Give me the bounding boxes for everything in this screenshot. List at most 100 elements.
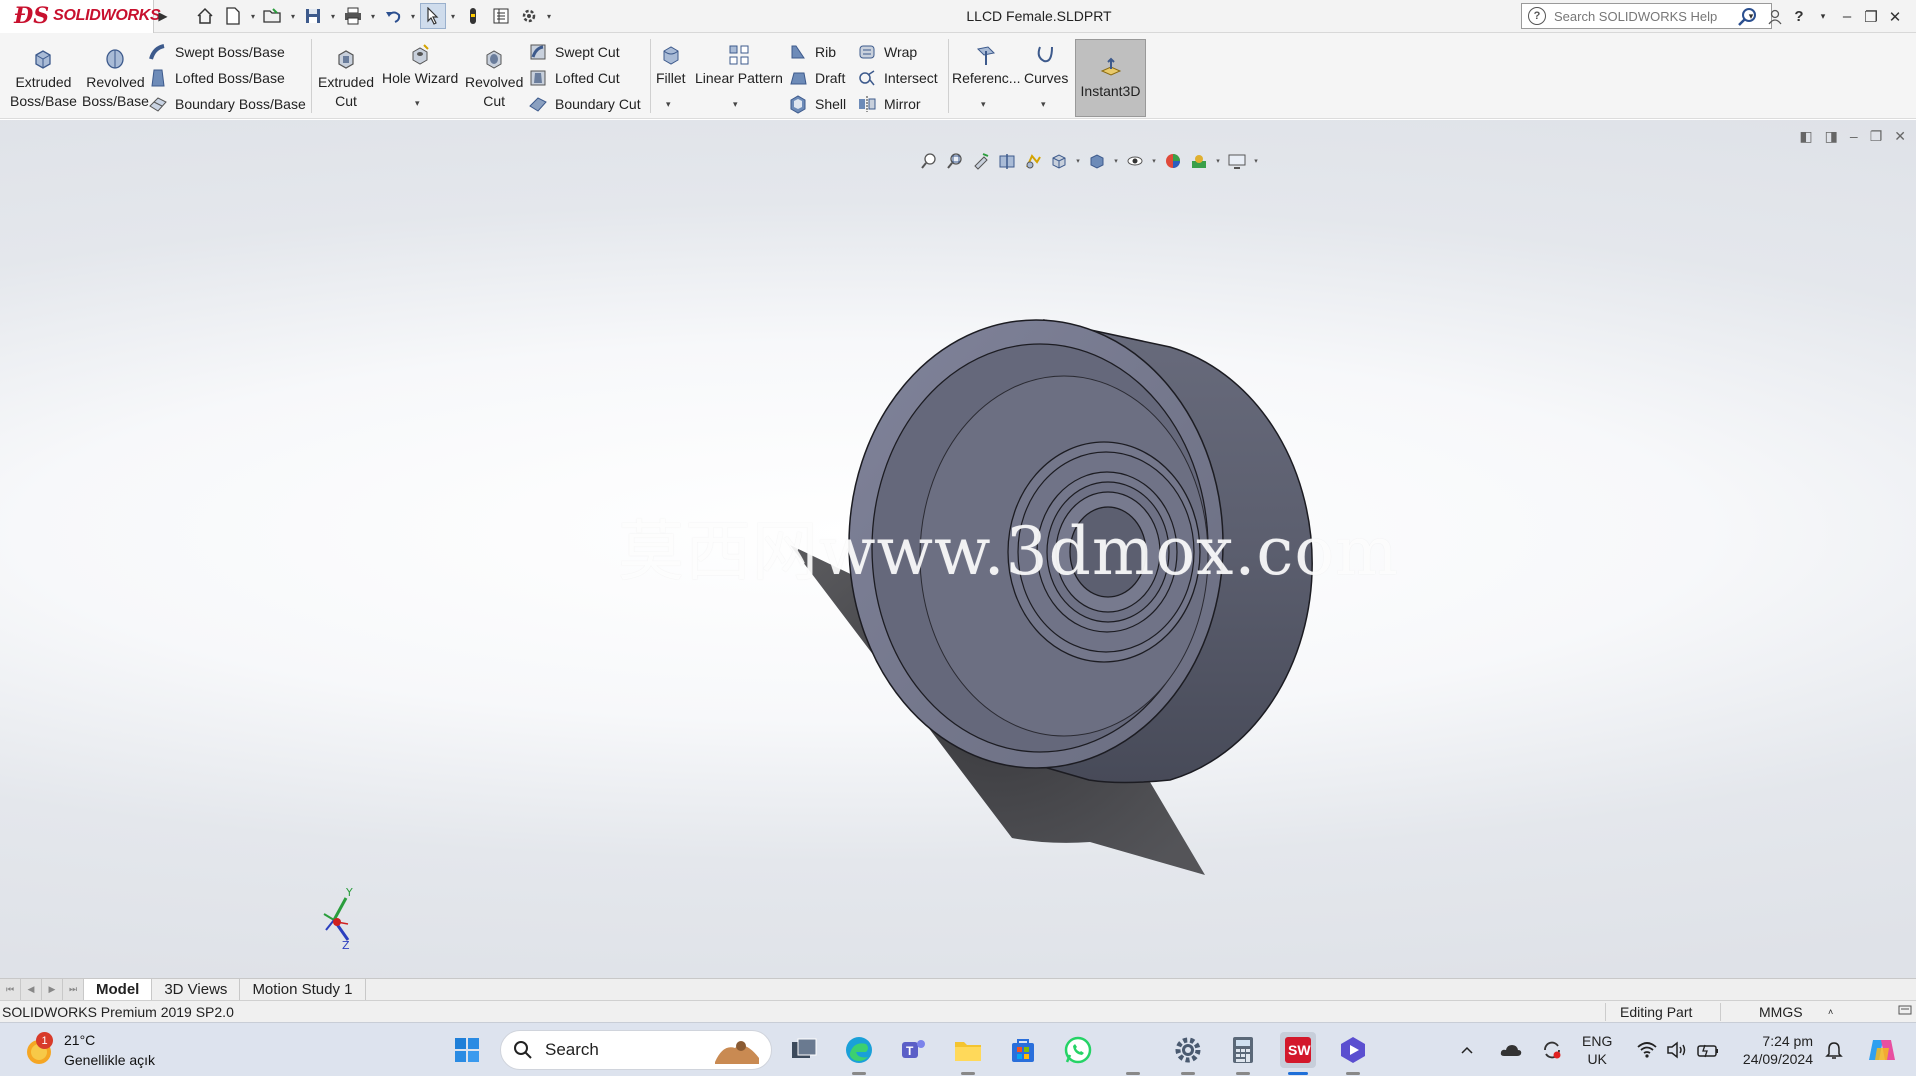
print-dropdown-icon[interactable]: ▾ — [368, 12, 378, 21]
solidworks-logo[interactable]: ƉS SOLIDWORKS — [0, 0, 161, 33]
curves-button[interactable]: Curves — [1024, 43, 1068, 88]
instant3d-icon — [1100, 57, 1121, 76]
media-app-icon[interactable] — [1335, 1032, 1371, 1075]
input-language-indicator[interactable]: ENG UK — [1582, 1032, 1612, 1068]
instant3d-toggle[interactable]: Instant3D — [1075, 39, 1146, 117]
unit-system-dropdown-icon[interactable]: ˄ — [1828, 1007, 1833, 1017]
settings-gear-icon[interactable] — [1170, 1032, 1206, 1075]
rib-button[interactable]: Rib — [788, 42, 836, 62]
product-version: SOLIDWORKS Premium 2019 SP2.0 — [2, 1003, 234, 1020]
boundary-boss-button[interactable]: Boundary Boss/Base — [148, 94, 306, 114]
lofted-boss-button[interactable]: Lofted Boss/Base — [148, 68, 285, 88]
print-icon[interactable] — [340, 3, 366, 29]
revolved-boss-icon — [106, 49, 125, 69]
reference-dropdown-icon[interactable]: ▾ — [981, 99, 986, 110]
minimize-icon[interactable]: – — [1838, 8, 1856, 25]
reference-geometry-button[interactable]: Referenc... — [952, 43, 1020, 88]
search-highlight-icon — [715, 1041, 759, 1064]
edge-browser-icon[interactable] — [841, 1032, 877, 1075]
tab-prev-icon[interactable]: ◀ — [21, 979, 42, 1000]
tab-model[interactable]: Model — [84, 979, 153, 1000]
menu-expand-arrow-icon[interactable]: ▶ — [154, 0, 172, 33]
taskbar-app-indicator[interactable] — [1115, 1032, 1151, 1075]
select-cursor-icon[interactable] — [420, 3, 446, 29]
save-icon[interactable] — [300, 3, 326, 29]
options-dropdown-icon[interactable]: ▾ — [544, 12, 554, 21]
windows-start-icon[interactable] — [449, 1032, 485, 1068]
tab-3d-views[interactable]: 3D Views — [152, 979, 241, 1000]
rebuild-icon[interactable] — [460, 3, 486, 29]
open-dropdown-icon[interactable]: ▾ — [288, 12, 298, 21]
linear-pattern-dropdown-icon[interactable]: ▾ — [733, 99, 738, 110]
tray-overflow-chevron-icon[interactable] — [1455, 1032, 1479, 1068]
onedrive-cloud-icon[interactable] — [1497, 1032, 1525, 1068]
help-question-menu-icon[interactable]: ? — [1790, 8, 1808, 25]
instant3d-label: Instant3D — [1080, 83, 1141, 99]
mirror-button[interactable]: Mirror — [857, 94, 921, 114]
select-dropdown-icon[interactable]: ▾ — [448, 12, 458, 21]
calculator-icon[interactable] — [1225, 1032, 1261, 1075]
undo-dropdown-icon[interactable]: ▾ — [408, 12, 418, 21]
boundary-cut-icon — [529, 97, 547, 112]
tab-last-icon[interactable]: ⏭ — [63, 979, 84, 1000]
tab-motion-study-1[interactable]: Motion Study 1 — [240, 979, 366, 1000]
undo-icon[interactable] — [380, 3, 406, 29]
status-customize-icon[interactable] — [1898, 1003, 1912, 1020]
close-icon[interactable]: ✕ — [1886, 8, 1904, 26]
wifi-icon[interactable] — [1634, 1032, 1660, 1068]
user-account-icon[interactable] — [1766, 9, 1784, 25]
system-clock[interactable]: 7:24 pm 24/09/2024 — [1733, 1032, 1813, 1068]
fillet-dropdown-icon[interactable]: ▾ — [666, 99, 671, 110]
home-icon[interactable] — [192, 3, 218, 29]
revolved-boss-button[interactable]: Revolved Boss/Base — [82, 47, 149, 111]
task-view-icon[interactable] — [786, 1032, 822, 1068]
revolved-cut-button[interactable]: Revolved Cut — [465, 47, 523, 111]
linear-pattern-button[interactable]: Linear Pattern — [695, 43, 783, 88]
boundary-cut-button[interactable]: Boundary Cut — [528, 94, 641, 114]
options-gear-icon[interactable] — [516, 3, 542, 29]
help-dropdown-icon[interactable]: ▾ — [1814, 11, 1832, 22]
new-document-icon[interactable] — [220, 3, 246, 29]
tab-first-icon[interactable]: ⏮ — [0, 979, 21, 1000]
running-indicator — [852, 1072, 866, 1075]
extruded-cut-icon — [338, 50, 354, 69]
swept-cut-button[interactable]: Swept Cut — [528, 42, 620, 62]
help-search-box[interactable]: ? Search SOLIDWORKS Help — [1521, 3, 1772, 29]
intersect-button[interactable]: Intersect — [857, 68, 938, 88]
volume-speaker-icon[interactable] — [1664, 1032, 1690, 1068]
lofted-cut-button[interactable]: Lofted Cut — [528, 68, 620, 88]
hole-wizard-button[interactable]: Hole Wizard — [382, 43, 458, 88]
copilot-icon[interactable] — [1864, 1032, 1900, 1068]
shell-button[interactable]: Shell — [788, 94, 846, 114]
fillet-button[interactable]: Fillet — [656, 43, 686, 88]
graphics-area[interactable]: ◧ ◨ – ❐ ✕ ▾ ▾ ▾ ▾ ▾ 莫西网www.3dmox.com Y Z — [0, 120, 1916, 978]
taskbar-search-box[interactable]: Search — [500, 1030, 772, 1070]
battery-icon[interactable] — [1694, 1032, 1722, 1068]
file-properties-icon[interactable] — [488, 3, 514, 29]
file-explorer-icon[interactable] — [950, 1032, 986, 1075]
new-dropdown-icon[interactable]: ▾ — [248, 12, 258, 21]
wrap-button[interactable]: Wrap — [857, 42, 917, 62]
curves-dropdown-icon[interactable]: ▾ — [1041, 99, 1046, 110]
teams-icon[interactable]: T — [895, 1032, 931, 1068]
swept-boss-button[interactable]: Swept Boss/Base — [148, 42, 285, 62]
help-search-dropdown-icon[interactable]: ▾ — [1742, 11, 1760, 22]
whatsapp-icon[interactable] — [1060, 1032, 1096, 1068]
extruded-cut-label-2: Cut — [335, 93, 357, 109]
microsoft-store-icon[interactable] — [1005, 1032, 1041, 1068]
notifications-bell-icon[interactable] — [1820, 1032, 1848, 1068]
open-folder-icon[interactable] — [260, 3, 286, 29]
tab-next-icon[interactable]: ▶ — [42, 979, 63, 1000]
solidworks-taskbar-icon[interactable]: SW — [1280, 1032, 1316, 1075]
hole-wizard-dropdown-icon[interactable]: ▾ — [415, 98, 420, 109]
sync-update-icon[interactable] — [1538, 1032, 1566, 1068]
restore-icon[interactable]: ❐ — [1862, 8, 1880, 26]
extruded-boss-button[interactable]: Extruded Boss/Base — [10, 47, 77, 111]
help-search-placeholder[interactable]: Search SOLIDWORKS Help — [1554, 9, 1717, 24]
extruded-cut-button[interactable]: Extruded Cut — [318, 47, 374, 111]
draft-button[interactable]: Draft — [788, 68, 845, 88]
weather-widget[interactable]: 1 21°C Genellikle açık — [22, 1030, 155, 1070]
save-dropdown-icon[interactable]: ▾ — [328, 12, 338, 21]
unit-system[interactable]: MMGS — [1759, 1004, 1803, 1020]
rib-label: Rib — [815, 44, 837, 60]
